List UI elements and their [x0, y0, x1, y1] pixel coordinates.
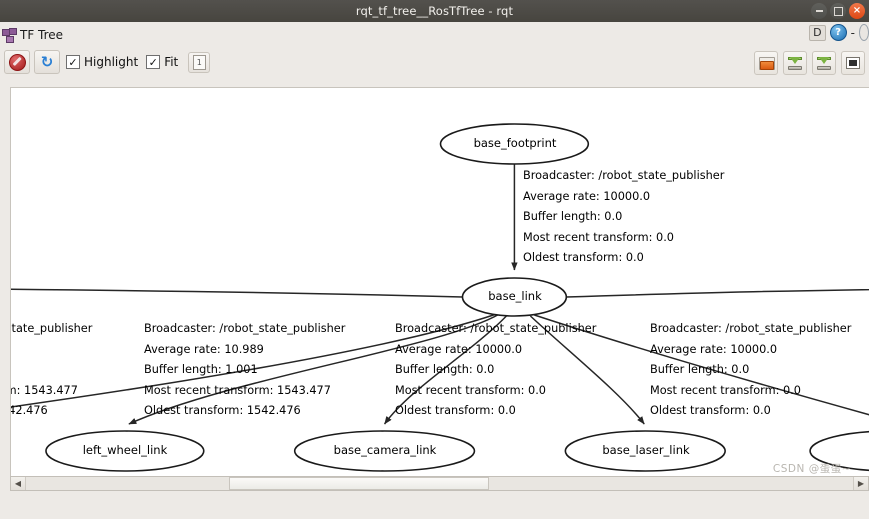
- highlight-checkbox[interactable]: ✓ Highlight: [66, 55, 138, 69]
- graph-node-label: left_wheel_link: [82, 443, 168, 457]
- graph-edge: [11, 288, 463, 298]
- tf-graph-svg: [11, 123, 869, 472]
- graph-edge-label: Broadcaster: /robot_state_publisher Avera…: [144, 319, 345, 422]
- save-image-icon: [817, 56, 831, 70]
- horizontal-scrollbar[interactable]: ◀ ▶: [10, 476, 869, 491]
- scroll-track[interactable]: [26, 477, 853, 490]
- graph-edge-label-line: Average rate: 10000.0: [650, 342, 778, 356]
- refresh-icon: ↻: [40, 52, 54, 71]
- graph-node-label: base_laser_link: [602, 443, 690, 457]
- window-titlebar: rqt_tf_tree__RosTfTree - rqt ×: [0, 0, 869, 22]
- graph-edge-label-line: Oldest transform: 0.0: [395, 404, 516, 417]
- fit-checkbox-box: ✓: [146, 55, 161, 69]
- graph-edge-label-line: Broadcaster: /robot_state_publisher: [11, 322, 93, 335]
- tf-tree-icon: [2, 28, 17, 43]
- save-dot-button[interactable]: [783, 51, 807, 75]
- graph-node-label: base_link: [488, 289, 542, 303]
- scroll-left-arrow[interactable]: ◀: [11, 477, 26, 490]
- dock-title-label: TF Tree: [20, 28, 64, 42]
- maximize-icon: [833, 6, 843, 16]
- screenshot-button[interactable]: [841, 51, 865, 75]
- stop-button[interactable]: [4, 50, 30, 74]
- maximize-button[interactable]: [830, 3, 846, 19]
- scroll-right-arrow[interactable]: ▶: [853, 477, 868, 490]
- dock-title-group: TF Tree: [0, 28, 64, 43]
- minimize-button[interactable]: [811, 3, 827, 19]
- zoom-level-button[interactable]: 1: [188, 51, 211, 73]
- dock-header: TF Tree D ? -: [0, 22, 869, 48]
- graph-node-label: base_camera_link: [333, 443, 437, 457]
- window-title: rqt_tf_tree__RosTfTree - rqt: [355, 4, 514, 18]
- graph-edge-label: Broadcaster: /robot_state_publisher Avera…: [11, 319, 93, 422]
- graph-edge-label-line: Average rate: 10.989: [144, 342, 264, 356]
- graph-edge-label: Broadcaster: /robot_state_publisher Avera…: [523, 166, 724, 269]
- graph-edge-label-line: Broadcaster: /robot_state_publisher: [523, 169, 725, 182]
- dock-float-button[interactable]: D: [809, 24, 826, 41]
- highlight-label: Highlight: [84, 55, 139, 69]
- help-icon[interactable]: ?: [829, 24, 847, 41]
- dock-header-actions: D ? -: [809, 24, 869, 41]
- highlight-checkbox-box: ✓: [66, 55, 80, 69]
- graph-edge-label-line: Average rate: 10000.0: [395, 342, 523, 356]
- rqt-main-window: rqt_tf_tree__RosTfTree - rqt × TF Tree D…: [0, 0, 869, 519]
- graph-edge-label-line: Most recent transform: 1543.477: [144, 383, 331, 397]
- close-icon: ×: [852, 5, 862, 16]
- graph-edge-label-line: Buffer length: 1.001: [144, 363, 258, 376]
- graph-edge-label-line: Most recent transform: 0.0: [523, 230, 674, 244]
- close-button[interactable]: ×: [849, 3, 865, 19]
- graph-edge-label-line: Buffer length: 0.0: [523, 210, 623, 223]
- graph-node-label: base_footprint: [473, 136, 557, 150]
- scroll-thumb[interactable]: [228, 477, 490, 490]
- tf-graph-canvas[interactable]: base_footprint base_link left_wheel_link ba…: [10, 87, 869, 488]
- graph-edge-label-line: Buffer length: 0.0: [395, 363, 495, 376]
- graph-edge-label: Broadcaster: /robot_state_publisher Avera…: [650, 319, 851, 422]
- graph-edge-label: Broadcaster: /robot_state_publisher Avera…: [395, 319, 596, 422]
- window-controls: ×: [811, 3, 865, 19]
- graph-edge-label-line: Oldest transform: 1542.476: [11, 404, 48, 417]
- watermark: CSDN @蛋蛋~: [772, 463, 851, 475]
- graph-edge-label-line: Oldest transform: 0.0: [523, 251, 644, 264]
- refresh-button[interactable]: ↻: [34, 50, 60, 74]
- graph-edge-label-line: Most recent transform: 1543.477: [11, 383, 78, 397]
- graph-edge: [566, 288, 869, 298]
- graph-edge-label-line: Buffer length: 1.001: [11, 360, 92, 381]
- zoom-level-label: 1: [192, 54, 206, 70]
- graph-area: base_footprint base_link left_wheel_link ba…: [0, 84, 869, 494]
- save-dot-icon: [788, 56, 802, 70]
- open-folder-icon: [759, 57, 775, 70]
- tf-tree-toolbar: ↻ ✓ Highlight ✓ Fit 1: [0, 48, 869, 76]
- graph-edge-label-line: Oldest transform: 1542.476: [144, 404, 301, 417]
- graph-edge-label-line: Broadcaster: /robot_state_publisher: [395, 322, 597, 335]
- graph-edge-label-line: Average rate: 10000.0: [523, 189, 651, 203]
- graph-edge-label-line: Buffer length: 0.0: [650, 363, 750, 376]
- dock-close-button-clipped[interactable]: [859, 24, 869, 41]
- graph-edge-label-line: Most recent transform: 0.0: [395, 383, 546, 397]
- stop-icon: [8, 53, 26, 71]
- screen-icon: [846, 57, 860, 69]
- separator-dash: -: [850, 25, 855, 40]
- graph-edge-label-line: Average rate: 10.989: [11, 340, 92, 361]
- graph-edge-label-line: Most recent transform: 0.0: [650, 383, 801, 397]
- toolbar-right-actions: [754, 51, 865, 75]
- save-image-button[interactable]: [812, 51, 836, 75]
- load-dot-button[interactable]: [754, 51, 778, 75]
- fit-label: Fit: [164, 55, 179, 69]
- graph-edge-label-line: Oldest transform: 0.0: [650, 404, 771, 417]
- fit-checkbox[interactable]: ✓ Fit: [146, 55, 178, 69]
- graph-edge-label-line: Broadcaster: /robot_state_publisher: [650, 322, 852, 335]
- minimize-icon: [815, 10, 823, 12]
- graph-edge-label-line: Broadcaster: /robot_state_publisher: [144, 322, 346, 335]
